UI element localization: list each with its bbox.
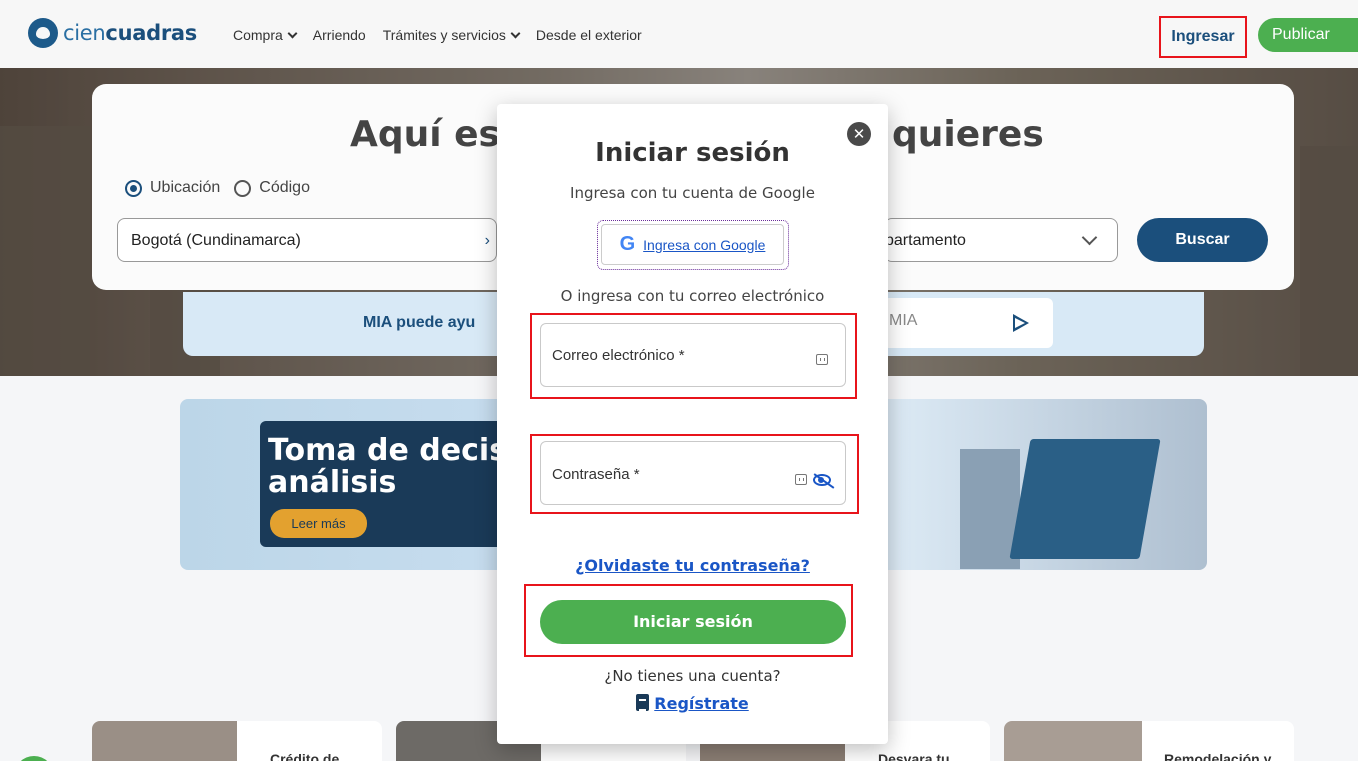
no-account-text: ¿No tienes una cuenta? (604, 667, 781, 685)
modal-title: Iniciar sesión (595, 138, 790, 168)
service-card-label: Desvara tu (878, 751, 950, 761)
location-input[interactable]: Bogotá (Cundinamarca) › (117, 218, 497, 262)
chevron-right-icon: › (484, 232, 490, 249)
register-label: Regístrate (654, 694, 749, 713)
nav-item-label: Compra (233, 27, 283, 43)
service-card-label: Remodelación y (1164, 751, 1272, 761)
radio-codigo-label: Código (259, 179, 310, 196)
top-navbar: ciencuadras Compra Arriendo Trámites y s… (0, 0, 1358, 68)
radio-ubicacion[interactable] (125, 179, 142, 197)
service-card-image (1004, 721, 1142, 761)
google-icon: G (619, 233, 636, 255)
logo-text-cien: cien (63, 21, 106, 45)
chevron-down-icon (1081, 229, 1098, 246)
publish-button[interactable]: Publicar (1258, 18, 1358, 52)
chevron-down-icon (510, 28, 521, 38)
forgot-password-link[interactable]: ¿Olvidaste tu contraseña? (497, 556, 888, 575)
login-submit-button[interactable]: Iniciar sesión (540, 600, 846, 644)
register-link[interactable]: Regístrate (497, 694, 888, 713)
clipboard-icon (636, 694, 650, 711)
mia-input-placeholder: MIA (889, 312, 918, 329)
location-input-value: Bogotá (Cundinamarca) (131, 232, 301, 249)
service-card[interactable]: Crédito de (92, 721, 382, 761)
read-more-button[interactable]: Leer más (270, 509, 367, 538)
logo[interactable]: ciencuadras (28, 18, 197, 48)
search-title-left: Aquí es (350, 114, 500, 155)
email-login-subtitle: O ingresa con tu correo electrónico (560, 287, 825, 305)
radio-codigo[interactable] (234, 179, 252, 197)
keyboard-icon (795, 474, 807, 485)
email-field[interactable]: Correo electrónico * (540, 323, 846, 387)
password-field-placeholder: Contraseña * (552, 466, 640, 483)
email-field-placeholder: Correo electrónico * (552, 347, 685, 364)
nav-item-label: Trámites y servicios (382, 27, 506, 43)
nav-item-tramites[interactable]: Trámites y servicios (382, 27, 521, 43)
property-type-select[interactable]: partamento (884, 218, 1118, 262)
chat-bubble-icon[interactable] (14, 756, 54, 761)
banner-book-image (1009, 439, 1161, 559)
service-card-label: Crédito de (270, 751, 340, 761)
chevron-down-icon (287, 28, 298, 38)
google-login-button[interactable]: G Ingresa con Google (597, 220, 789, 270)
banner-text-box: Toma de decisi y análisis Leer más (260, 421, 547, 547)
send-icon[interactable] (1013, 314, 1029, 332)
radio-ubicacion-label: Ubicación (150, 179, 221, 196)
google-login-inner: G Ingresa con Google (601, 224, 784, 265)
password-field[interactable]: Contraseña * (540, 441, 846, 505)
logo-text: ciencuadras (63, 21, 197, 45)
logo-text-cuadras: cuadras (105, 21, 197, 45)
property-type-value: partamento (885, 232, 966, 249)
nav-item-label: Arriendo (312, 27, 366, 43)
service-card-image (92, 721, 237, 761)
logo-mark-icon (28, 18, 58, 48)
login-modal: ✕ Iniciar sesión Ingresa con tu cuenta d… (497, 104, 888, 744)
nav-item-label: Desde el exterior (535, 27, 642, 43)
login-nav-button[interactable]: Ingresar (1159, 16, 1247, 58)
search-button[interactable]: Buscar (1137, 218, 1268, 262)
keyboard-icon (816, 354, 828, 365)
search-title-right: quieres (892, 114, 1044, 155)
nav-item-arriendo[interactable]: Arriendo (313, 27, 366, 43)
google-login-label: Ingresa con Google (643, 236, 766, 253)
google-subtitle: Ingresa con tu cuenta de Google (570, 184, 815, 202)
service-card[interactable]: Remodelación y (1004, 721, 1294, 761)
nav-menu: Compra Arriendo Trámites y servicios Des… (233, 27, 659, 43)
mia-input[interactable]: MIA (883, 298, 1053, 348)
search-mode-radios: Ubicación Código (125, 179, 310, 197)
mia-text: MIA puede ayu (363, 314, 476, 331)
eye-slash-icon[interactable] (813, 474, 831, 486)
nav-item-compra[interactable]: Compra (233, 27, 298, 43)
nav-item-exterior[interactable]: Desde el exterior (536, 27, 642, 43)
